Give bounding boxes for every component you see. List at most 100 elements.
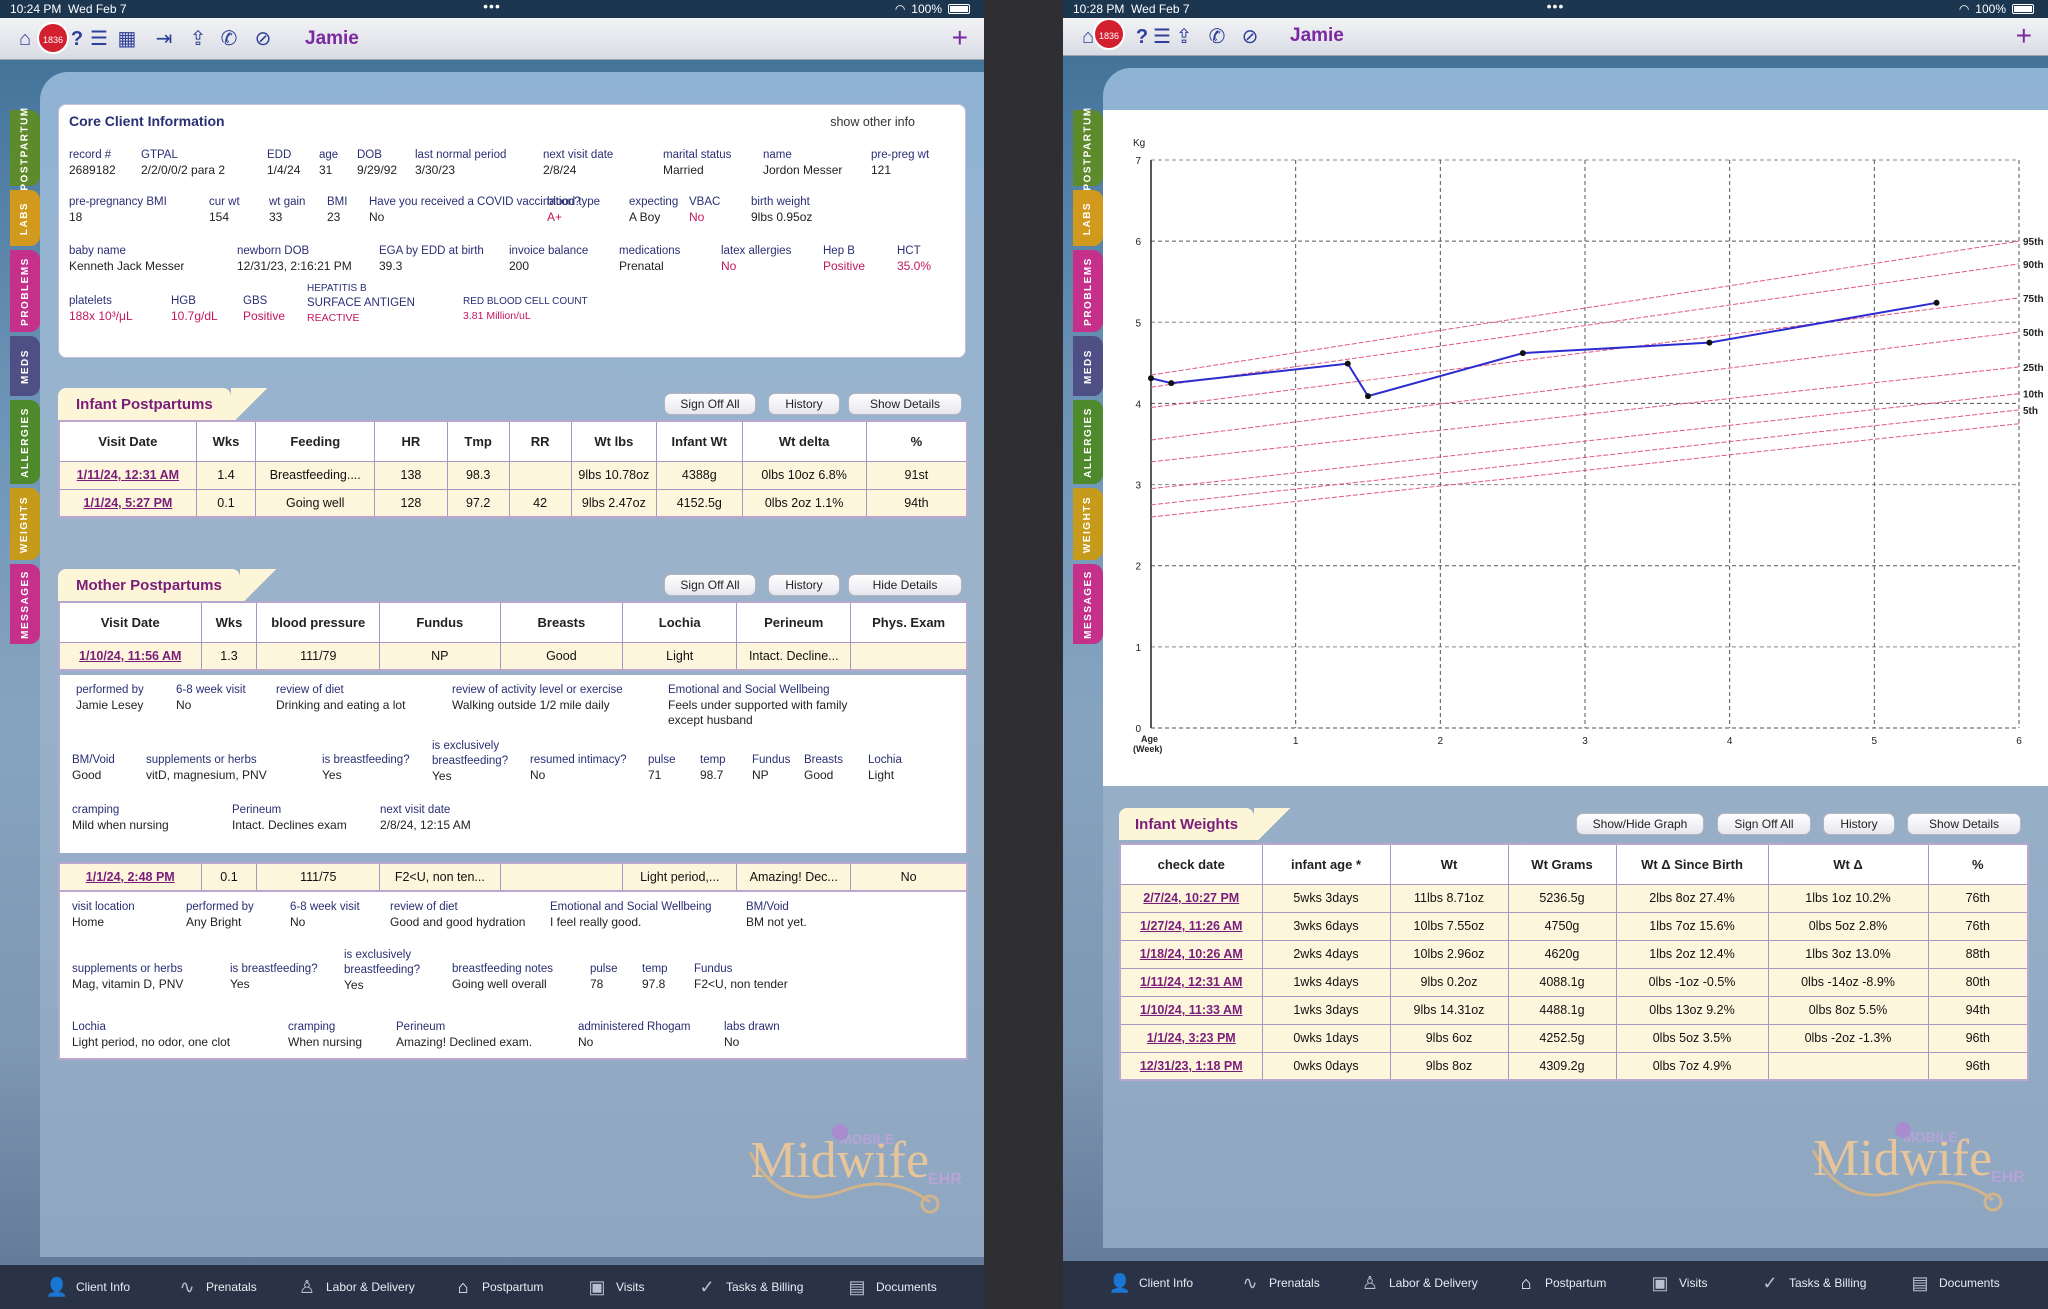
notification-badge[interactable]: 1836 xyxy=(1093,18,1125,50)
row-date-link[interactable]: 1/1/24, 5:27 PM xyxy=(58,488,197,518)
bottom-tab-visits[interactable]: ▣ Visits xyxy=(1649,1261,1707,1305)
column-header[interactable]: % xyxy=(865,420,968,462)
row-date-link[interactable]: 1/10/24, 11:56 AM xyxy=(58,641,202,671)
add-icon[interactable]: + xyxy=(952,22,968,54)
mother-history-button[interactable]: History xyxy=(768,574,840,596)
infant-sign-off-all-button[interactable]: Sign Off All xyxy=(664,393,756,415)
phone-icon[interactable]: ✆ xyxy=(218,27,240,51)
mother-sign-off-all-button[interactable]: Sign Off All xyxy=(664,574,756,596)
bottom-tab-postpartum[interactable]: ⌂ Postpartum xyxy=(1515,1261,1607,1305)
column-header[interactable]: Wt lbs xyxy=(570,420,658,462)
column-header[interactable]: Breasts xyxy=(499,601,624,643)
column-header[interactable]: HR xyxy=(374,420,448,462)
add-icon[interactable]: + xyxy=(2016,20,2032,52)
column-header[interactable]: % xyxy=(1927,843,2029,885)
column-header[interactable]: infant age * xyxy=(1261,843,1391,885)
column-header[interactable]: Wks xyxy=(200,601,258,643)
share-icon[interactable]: ⇪ xyxy=(187,27,209,51)
side-tab-allergies[interactable]: ALLERGIES xyxy=(1073,400,1103,484)
table-row[interactable]: 2/7/24, 10:27 PM 5wks 3days 11lbs 8.71oz 52… xyxy=(1119,883,2029,913)
row-date-link[interactable]: 12/31/23, 1:18 PM xyxy=(1119,1051,1263,1081)
table-row[interactable]: 1/1/24, 2:48 PM 0.1 111/75 F2<U, non ten...… xyxy=(58,862,968,892)
link-icon[interactable]: ⊘ xyxy=(252,27,274,51)
side-tab-meds[interactable]: MEDS xyxy=(10,336,40,396)
help-icon[interactable]: ? xyxy=(1131,25,1153,49)
row-date-link[interactable]: 1/1/24, 3:23 PM xyxy=(1119,1023,1263,1053)
side-tab-weights[interactable]: WEIGHTS xyxy=(1073,488,1103,560)
table-row[interactable]: 1/11/24, 12:31 AM 1wks 4days 9lbs 0.2oz 408… xyxy=(1119,967,2029,997)
home-icon[interactable]: ⌂ xyxy=(14,27,36,51)
weights-show-details-button[interactable]: Show Details xyxy=(1907,813,2021,835)
table-row[interactable]: 1/18/24, 10:26 AM 2wks 4days 10lbs 2.96oz 4… xyxy=(1119,939,2029,969)
side-tab-problems[interactable]: PROBLEMS xyxy=(1073,250,1103,332)
phone-icon[interactable]: ✆ xyxy=(1206,25,1228,49)
bottom-tab-client-info[interactable]: 👤 Client Info xyxy=(1109,1261,1193,1305)
infant-show-details-button[interactable]: Show Details xyxy=(848,393,962,415)
bottom-tab-visits[interactable]: ▣ Visits xyxy=(586,1265,644,1309)
row-date-link[interactable]: 1/27/24, 11:26 AM xyxy=(1119,911,1263,941)
column-header[interactable]: Wt Grams xyxy=(1507,843,1617,885)
bottom-tab-tasks-billing[interactable]: ✓ Tasks & Billing xyxy=(1759,1261,1866,1305)
table-row[interactable]: 1/27/24, 11:26 AM 3wks 6days 10lbs 7.55oz 4… xyxy=(1119,911,2029,941)
column-header[interactable]: Visit Date xyxy=(58,601,202,643)
multitask-dots[interactable]: ••• xyxy=(1547,0,1565,14)
side-tab-postpartum[interactable]: POSTPARTUM xyxy=(1073,106,1103,190)
column-header[interactable]: check date xyxy=(1119,843,1263,885)
bottom-tab-documents[interactable]: ▤ Documents xyxy=(1909,1261,1999,1305)
column-header[interactable]: Wt delta xyxy=(741,420,867,462)
export-icon[interactable]: ⇥ xyxy=(153,27,175,51)
column-header[interactable]: RR xyxy=(508,420,572,462)
row-date-link[interactable]: 1/1/24, 2:48 PM xyxy=(58,862,202,892)
list-icon[interactable]: ☰ xyxy=(1151,25,1173,49)
bottom-tab-labor-delivery[interactable]: ♙ Labor & Delivery xyxy=(296,1265,415,1309)
side-tab-weights[interactable]: WEIGHTS xyxy=(10,488,40,560)
bottom-tab-prenatals[interactable]: ∿ Prenatals xyxy=(1239,1261,1319,1305)
column-header[interactable]: Wt xyxy=(1389,843,1509,885)
column-header[interactable]: Wks xyxy=(195,420,257,462)
column-header[interactable]: Tmp xyxy=(446,420,510,462)
table-row[interactable]: 1/10/24, 11:33 AM 1wks 3days 9lbs 14.31oz 4… xyxy=(1119,995,2029,1025)
side-tab-messages[interactable]: MESSAGES xyxy=(1073,564,1103,644)
help-icon[interactable]: ? xyxy=(66,27,88,51)
bottom-tab-client-info[interactable]: 👤 Client Info xyxy=(46,1265,130,1309)
notification-badge[interactable]: 1836 xyxy=(37,22,69,54)
show-other-info-link[interactable]: show other info xyxy=(830,115,915,129)
column-header[interactable]: Lochia xyxy=(622,601,738,643)
row-date-link[interactable]: 1/10/24, 11:33 AM xyxy=(1119,995,1263,1025)
column-header[interactable]: Visit Date xyxy=(58,420,197,462)
column-header[interactable]: Fundus xyxy=(379,601,501,643)
show-hide-graph-button[interactable]: Show/Hide Graph xyxy=(1576,813,1704,835)
bottom-tab-documents[interactable]: ▤ Documents xyxy=(846,1265,936,1309)
infant-history-button[interactable]: History xyxy=(768,393,840,415)
bottom-tab-tasks-billing[interactable]: ✓ Tasks & Billing xyxy=(696,1265,803,1309)
side-tab-labs[interactable]: LABS xyxy=(10,190,40,246)
row-date-link[interactable]: 1/11/24, 12:31 AM xyxy=(58,460,197,490)
link-icon[interactable]: ⊘ xyxy=(1239,25,1261,49)
column-header[interactable]: Feeding xyxy=(255,420,376,462)
column-header[interactable]: Infant Wt xyxy=(656,420,743,462)
table-row[interactable]: 12/31/23, 1:18 PM 0wks 0days 9lbs 8oz 4309.… xyxy=(1119,1051,2029,1081)
bottom-tab-postpartum[interactable]: ⌂ Postpartum xyxy=(452,1265,544,1309)
weights-history-button[interactable]: History xyxy=(1823,813,1895,835)
table-row[interactable]: 1/1/24, 5:27 PM 0.1 Going well 128 97.2 42 9lb… xyxy=(58,488,968,518)
side-tab-meds[interactable]: MEDS xyxy=(1073,336,1103,396)
column-header[interactable]: Wt Δ Since Birth xyxy=(1615,843,1769,885)
bottom-tab-prenatals[interactable]: ∿ Prenatals xyxy=(176,1265,256,1309)
table-row[interactable]: 1/1/24, 3:23 PM 0wks 1days 9lbs 6oz 4252.5g… xyxy=(1119,1023,2029,1053)
share-icon[interactable]: ⇪ xyxy=(1173,25,1195,49)
bottom-tab-labor-delivery[interactable]: ♙ Labor & Delivery xyxy=(1359,1261,1478,1305)
weights-sign-off-all-button[interactable]: Sign Off All xyxy=(1717,813,1811,835)
column-header[interactable]: Perineum xyxy=(736,601,852,643)
side-tab-messages[interactable]: MESSAGES xyxy=(10,564,40,644)
side-tab-labs[interactable]: LABS xyxy=(1073,190,1103,246)
column-header[interactable]: blood pressure xyxy=(256,601,381,643)
mother-hide-details-button[interactable]: Hide Details xyxy=(848,574,962,596)
side-tab-problems[interactable]: PROBLEMS xyxy=(10,250,40,332)
list-icon[interactable]: ☰ xyxy=(88,27,110,51)
table-row[interactable]: 1/11/24, 12:31 AM 1.4 Breastfeeding.... 138… xyxy=(58,460,968,490)
table-row[interactable]: 1/10/24, 11:56 AM 1.3 111/79 NP Good Light Int… xyxy=(58,641,968,671)
multitask-dots[interactable]: ••• xyxy=(483,0,501,14)
patient-name[interactable]: Jamie xyxy=(305,28,359,50)
patient-name[interactable]: Jamie xyxy=(1290,25,1344,47)
row-date-link[interactable]: 2/7/24, 10:27 PM xyxy=(1119,883,1263,913)
